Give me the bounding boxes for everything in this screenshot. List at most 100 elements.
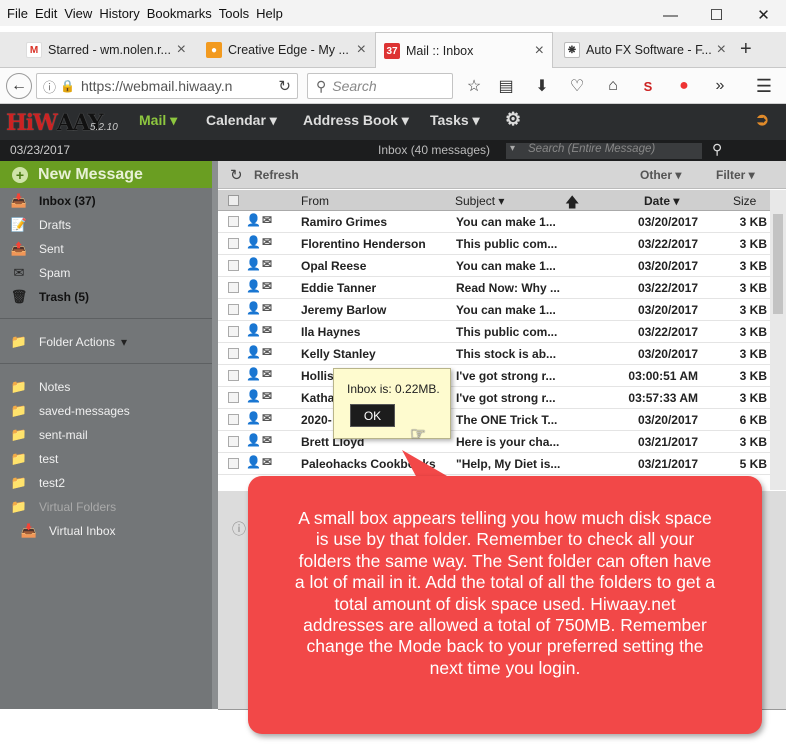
row-checkbox[interactable] [228,282,239,293]
column-from[interactable]: From [301,194,329,208]
folder-drafts[interactable]: 📝 Drafts [10,214,71,236]
mail-search-input[interactable]: Search (Entire Message) [506,143,702,159]
table-row[interactable]: 👤 ✉ Jeremy Barlow You can make 1... 03/20/20… [218,299,770,321]
folder-test[interactable]: 📁 test [10,448,58,470]
overflow-chevron-icon[interactable]: » [708,74,732,98]
search-scope-dropdown-icon[interactable]: ▾ [510,143,515,154]
close-tab-icon[interactable]: × [177,41,186,59]
table-row[interactable]: 👤 ✉ Ila Haynes This public com... 03/22/2017… [218,321,770,343]
hamburger-menu-icon[interactable]: ☰ [752,74,776,98]
nav-mail[interactable]: Mail ▾ [139,112,177,129]
table-row[interactable]: 👤 ✉ Eddie Tanner Read Now: Why ... 03/22/201… [218,277,770,299]
maximize-icon[interactable]: ☐ [694,0,739,30]
table-row[interactable]: 👤 ✉ Ramiro Grimes You can make 1... 03/20/20… [218,211,770,233]
folder-test2[interactable]: 📁 test2 [10,472,65,494]
folder-spam[interactable]: ✉ Spam [10,262,71,284]
table-row[interactable]: 👤 ✉ Paleohacks Cookbooks "Help, My Diet is.… [218,453,770,475]
new-tab-icon[interactable]: + [740,38,752,61]
tab-mail-inbox[interactable]: 37 Mail :: Inbox × [375,32,553,69]
colorful-extension-icon[interactable]: ● [672,74,696,98]
folder-sent-mail[interactable]: 📁 sent-mail [10,424,88,446]
column-size[interactable]: Size [733,194,756,208]
tab-starred[interactable]: M Starred - wm.nolen.r... × [18,32,194,68]
select-all-checkbox[interactable] [228,195,239,206]
menu-bookmarks[interactable]: Bookmarks [147,6,212,21]
row-checkbox[interactable] [228,436,239,447]
gear-icon[interactable]: ⚙ [505,109,521,130]
table-row[interactable]: 👤 ✉ Florentino Henderson This public com...… [218,233,770,255]
row-checkbox[interactable] [228,260,239,271]
browser-search-input[interactable]: ⚲ Search [307,73,453,99]
table-row[interactable]: 👤 ✉ Katha I've got strong r... 03:57:33 AM 3 … [218,387,770,409]
row-checkbox[interactable] [228,216,239,227]
back-icon[interactable]: ← [6,73,32,99]
column-date[interactable]: Date ▾ [644,194,679,208]
url-bar[interactable]: ⓘ 🔒 https://webmail.hiwaay.n ↻ [36,73,298,99]
refresh-button[interactable]: Refresh [254,168,299,182]
stumbleupon-icon[interactable]: S [636,74,660,98]
folder-actions-menu[interactable]: 📁 Folder Actions ▾ [10,331,127,353]
logout-icon[interactable]: ➲ [755,110,769,130]
row-checkbox[interactable] [228,238,239,249]
column-subject[interactable]: Subject ▾ [455,194,504,208]
pocket-icon[interactable]: ♡ [565,74,589,98]
message-list-scrollbar[interactable] [770,190,786,490]
close-tab-icon[interactable]: × [535,42,544,60]
reading-list-icon[interactable]: ▤ [494,74,518,98]
message-size: 5 KB [739,457,767,471]
other-menu[interactable]: Other ▾ [640,168,681,182]
refresh-icon[interactable]: ↻ [230,166,243,184]
minimize-icon[interactable]: — [648,0,693,30]
menu-view[interactable]: View [64,6,92,21]
close-tab-icon[interactable]: × [717,41,726,59]
search-icon[interactable]: ⚲ [712,141,722,158]
message-date: 03/21/2017 [637,435,698,449]
new-message-button[interactable]: + New Message [0,161,212,188]
ok-button[interactable]: OK [350,404,395,427]
row-checkbox[interactable] [228,326,239,337]
folder-virtual-inbox[interactable]: 📥 Virtual Inbox [20,520,116,542]
row-checkbox[interactable] [228,348,239,359]
folder-saved-messages[interactable]: 📁 saved-messages [10,400,130,422]
nav-address-book[interactable]: Address Book ▾ [303,112,409,129]
table-row[interactable]: 👤 ✉ Kelly Stanley This stock is ab... 03/20/… [218,343,770,365]
row-checkbox[interactable] [228,414,239,425]
scrollbar-thumb[interactable] [773,214,783,314]
menu-edit[interactable]: Edit [35,6,57,21]
inbox-icon: 📥 [10,193,28,208]
folder-icon: 📁 [10,427,28,442]
menu-history[interactable]: History [99,6,139,21]
sent-icon: 📤 [10,241,28,256]
info-icon[interactable]: ⓘ [43,77,56,96]
reload-icon[interactable]: ↻ [278,77,291,95]
envelope-icon: ✉ [262,257,273,271]
menu-file[interactable]: File [7,6,28,21]
close-tab-icon[interactable]: × [357,41,366,59]
mouse-cursor-icon: ☞ [410,424,427,444]
row-checkbox[interactable] [228,458,239,469]
tab-creative-edge[interactable]: ● Creative Edge - My ... × [198,32,374,68]
table-row[interactable]: 👤 ✉ Brett Lloyd Here is your cha... 03/21/20… [218,431,770,453]
folder-sent[interactable]: 📤 Sent [10,238,64,260]
row-checkbox[interactable] [228,370,239,381]
folder-notes[interactable]: 📁 Notes [10,376,70,398]
menu-help[interactable]: Help [256,6,283,21]
download-icon[interactable]: ⬇ [530,74,554,98]
folder-trash[interactable]: 🗑 Trash (5) [10,286,89,308]
row-checkbox[interactable] [228,304,239,315]
tab-autofx[interactable]: ❋ Auto FX Software - F... × [556,32,734,68]
table-row[interactable]: 👤 ✉ 2020- The ONE Trick T... 03/20/2017 6 KB [218,409,770,431]
folder-label: Inbox (37) [39,194,96,208]
home-icon[interactable]: ⌂ [601,74,625,98]
message-date: 03:00:51 AM [628,369,698,383]
table-row[interactable]: 👤 ✉ Hollis I've got strong r... 03:00:51 AM 3… [218,365,770,387]
table-row[interactable]: 👤 ✉ Opal Reese You can make 1... 03/20/2017 3… [218,255,770,277]
nav-tasks[interactable]: Tasks ▾ [430,112,480,129]
nav-calendar[interactable]: Calendar ▾ [206,112,277,129]
row-checkbox[interactable] [228,392,239,403]
bookmark-star-icon[interactable]: ☆ [462,74,486,98]
filter-menu[interactable]: Filter ▾ [716,168,755,182]
menu-tools[interactable]: Tools [219,6,249,21]
close-window-icon[interactable]: ✕ [741,0,786,30]
folder-inbox[interactable]: 📥 Inbox (37) [10,190,96,212]
